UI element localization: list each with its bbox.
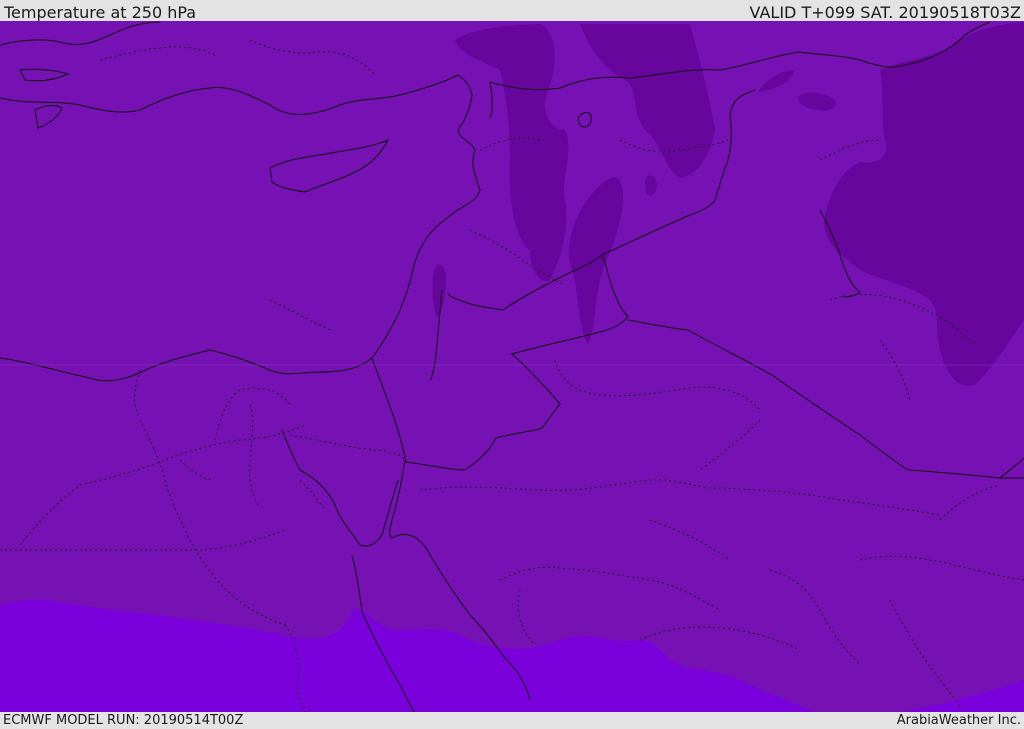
credit: ArabiaWeather Inc. <box>896 713 1021 728</box>
weather-map <box>0 21 1024 712</box>
footer-bar: ECMWF MODEL RUN: 20190514T00Z ArabiaWeat… <box>0 712 1024 729</box>
header-bar: Temperature at 250 hPa VALID T+099 SAT. … <box>0 0 1024 22</box>
valid-time: VALID T+099 SAT. 20190518T03Z <box>749 3 1021 22</box>
model-run: ECMWF MODEL RUN: 20190514T00Z <box>3 713 244 728</box>
map-title: Temperature at 250 hPa <box>4 3 197 22</box>
map-canvas <box>0 21 1024 712</box>
